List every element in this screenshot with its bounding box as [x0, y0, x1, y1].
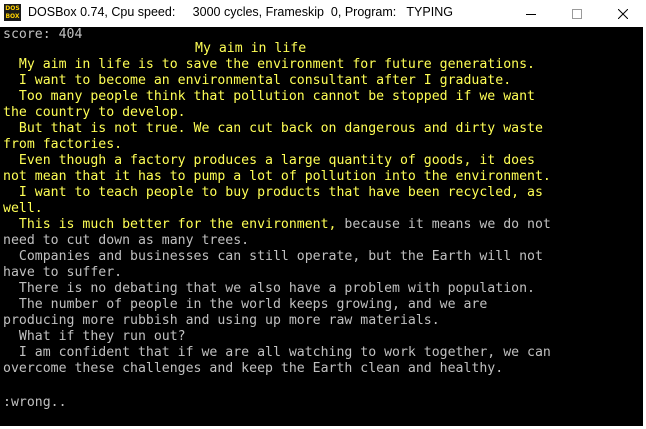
text-line: There is no debating that we also have a…	[3, 281, 535, 297]
text-title: My aim in life	[195, 41, 307, 56]
text-line: But that is not true. We can cut back on…	[3, 121, 543, 137]
typed-segment: from factories.	[3, 137, 123, 152]
text-line: The number of people in the world keeps …	[3, 297, 487, 313]
title-bar[interactable]: DOS BOX DOSBox 0.74, Cpu speed: 3000 cyc…	[0, 0, 646, 27]
dosbox-icon: DOS BOX	[4, 4, 21, 21]
icon-label-bottom: BOX	[5, 13, 20, 20]
text-line: Companies and businesses can still opera…	[3, 249, 543, 265]
text-line: I am confident that if we are all watchi…	[3, 345, 551, 361]
minimize-button[interactable]	[508, 0, 554, 27]
text-line: from factories.	[3, 137, 122, 153]
close-icon	[618, 8, 628, 19]
text-line: well.	[3, 201, 43, 217]
typed-segment: not mean that it has to pump a lot of po…	[3, 169, 551, 184]
dosbox-window: DOS BOX DOSBox 0.74, Cpu speed: 3000 cyc…	[0, 0, 646, 429]
typed-segment: the country to develop.	[3, 105, 186, 120]
untyped-segment: Companies and businesses can still opera…	[3, 249, 543, 264]
typed-segment: I want to become an environmental consul…	[3, 73, 512, 88]
text-line: My aim in life is to save the environmen…	[3, 57, 535, 73]
maximize-icon	[572, 8, 582, 19]
text-line: producing more rubbish and using up more…	[3, 313, 440, 329]
minimize-icon	[526, 13, 536, 15]
text-line: What if they run out?	[3, 329, 186, 345]
untyped-segment: need to cut down as many trees.	[3, 233, 250, 248]
typed-segment: well.	[3, 201, 43, 216]
typed-segment: I want to teach people to buy products t…	[3, 185, 543, 200]
untyped-segment: have to suffer.	[3, 265, 123, 280]
dos-screen[interactable]: score: 404 My aim in life My aim in life…	[0, 27, 643, 426]
text-line: I want to become an environmental consul…	[3, 73, 511, 89]
untyped-segment: I am confident that if we are all watchi…	[3, 345, 551, 360]
untyped-segment: What if they run out?	[3, 329, 186, 344]
status-message: :wrong..	[3, 395, 67, 410]
typed-segment: This is much better for the environment,	[3, 217, 337, 232]
text-line: Too many people think that pollution can…	[3, 89, 535, 105]
icon-label-top: DOS	[5, 5, 20, 12]
untyped-segment: The number of people in the world keeps …	[3, 297, 488, 312]
untyped-segment: producing more rubbish and using up more…	[3, 313, 440, 328]
text-line: I want to teach people to buy products t…	[3, 185, 543, 201]
typed-segment: But that is not true. We can cut back on…	[3, 121, 543, 136]
text-line: the country to develop.	[3, 105, 186, 121]
untyped-segment: because it means we do not	[336, 217, 551, 232]
window-title: DOSBox 0.74, Cpu speed: 3000 cycles, Fra…	[28, 5, 453, 19]
maximize-button[interactable]	[554, 0, 600, 27]
text-line: not mean that it has to pump a lot of po…	[3, 169, 551, 185]
untyped-segment: overcome these challenges and keep the E…	[3, 361, 504, 376]
text-line: need to cut down as many trees.	[3, 233, 249, 249]
score-readout: score: 404	[3, 27, 83, 42]
close-button[interactable]	[600, 0, 646, 27]
text-line: overcome these challenges and keep the E…	[3, 361, 503, 377]
typed-segment: Too many people think that pollution can…	[3, 89, 535, 104]
text-line: have to suffer.	[3, 265, 122, 281]
text-line: Even though a factory produces a large q…	[3, 153, 535, 169]
untyped-segment: There is no debating that we also have a…	[3, 281, 535, 296]
text-line: This is much better for the environment,…	[3, 217, 551, 233]
typed-segment: My aim in life is to save the environmen…	[3, 57, 535, 72]
typed-segment: Even though a factory produces a large q…	[3, 153, 535, 168]
